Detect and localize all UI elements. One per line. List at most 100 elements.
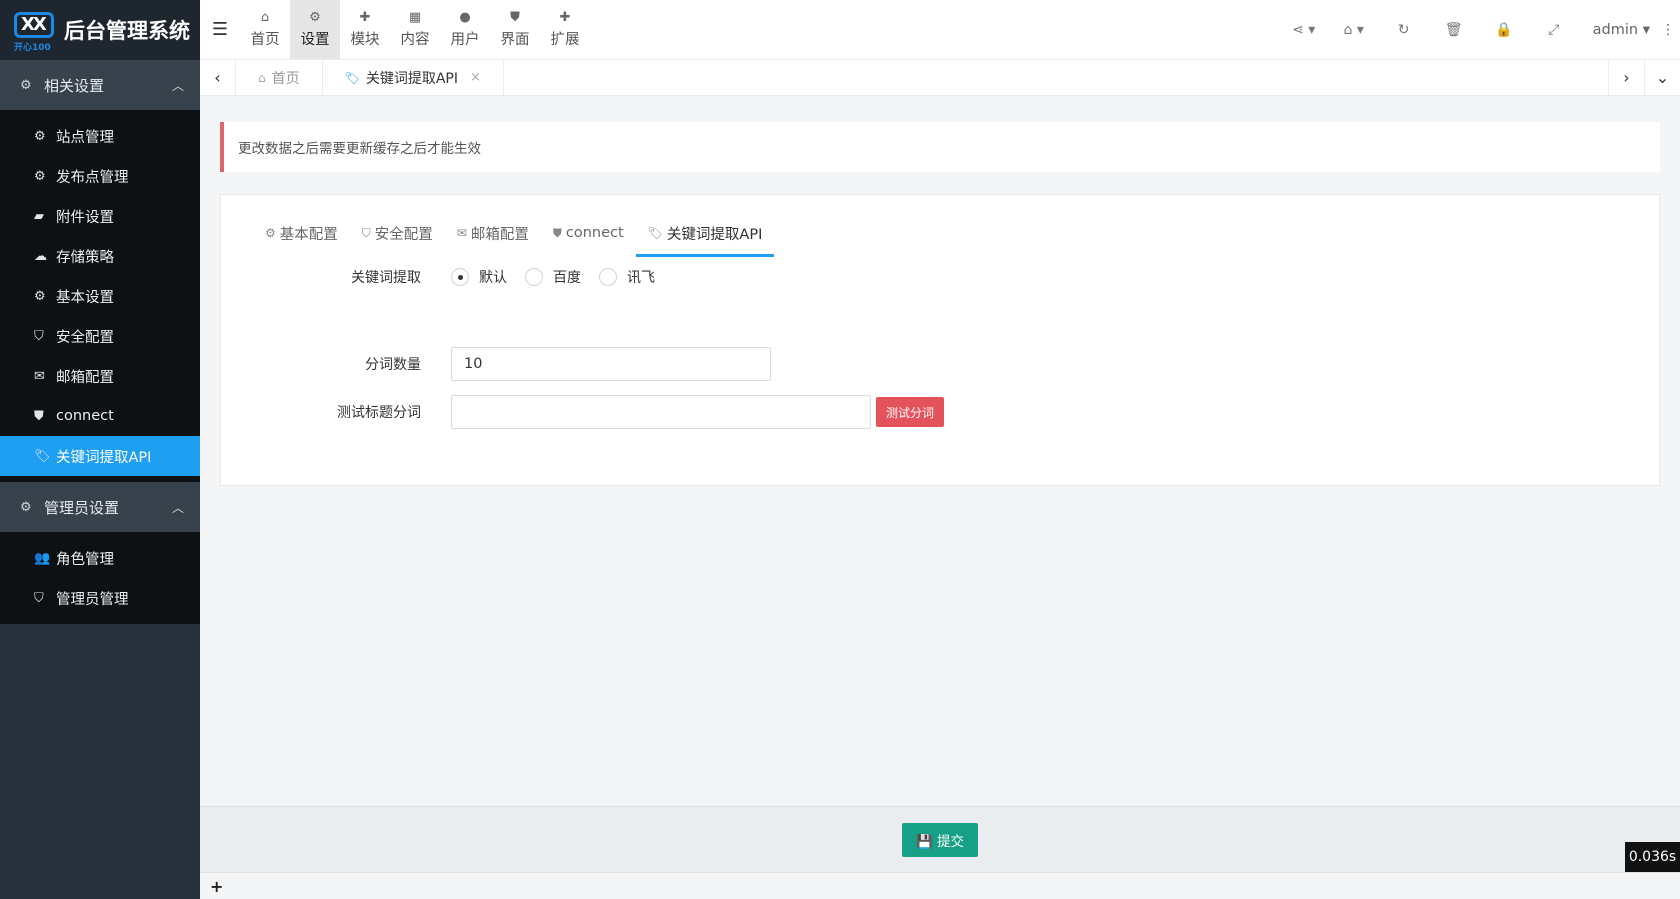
- lock-icon[interactable]: 🔒: [1479, 22, 1529, 38]
- html5-icon: ⛊: [34, 408, 44, 424]
- page-tab-keyword-api[interactable]: 🏷 关键词提取API ×: [323, 60, 504, 95]
- home-dropdown-icon[interactable]: ⌂ ▾: [1329, 22, 1379, 38]
- submit-button[interactable]: 💾 提交: [901, 822, 979, 857]
- logo-icon: XX 开心100: [12, 8, 56, 53]
- trash-icon[interactable]: 🗑: [1429, 22, 1479, 38]
- sidebar-item-keyword-api[interactable]: 🏷 关键词提取API: [0, 436, 200, 476]
- word-count-label: 分词数量: [365, 357, 421, 373]
- settings-panel: ⚙ 基本配置 ⛉ 安全配置 ✉ 邮箱配置 ⛊ connect 🏷 关键词提取API 关键词…: [220, 194, 1660, 486]
- topnav-interface[interactable]: ⛊ 界面: [490, 0, 540, 59]
- keyword-extract-label: 关键词提取: [351, 270, 421, 286]
- header-actions: ⋖ ▾ ⌂ ▾ ↻ 🗑 🔒 ⤢ admin ▾ ⋮: [1279, 0, 1680, 59]
- tab-keyword-api[interactable]: 🏷 关键词提取API: [635, 213, 775, 257]
- tags-icon: 🏷: [647, 226, 663, 240]
- topnav-users[interactable]: ● 用户: [440, 0, 490, 59]
- test-segment-button[interactable]: 测试分词: [876, 397, 945, 427]
- chevron-up-icon: ︿: [171, 500, 184, 515]
- radio-xunfei[interactable]: 讯飞: [599, 267, 655, 287]
- more-vertical-icon[interactable]: ⋮: [1660, 22, 1676, 38]
- sidebar: XX 开心100 后台管理系统 ⚙ 相关设置 ︿ ⚙ 站点管理 ⚙ 发布点管理 ▰ 附…: [0, 0, 200, 899]
- tabs-prev-icon[interactable]: ‹: [200, 60, 236, 95]
- sidebar-group-admin-settings[interactable]: ⚙ 管理员设置 ︿: [0, 482, 200, 532]
- tags-icon: 🏷: [344, 70, 360, 85]
- gear-icon: ⚙: [265, 226, 276, 240]
- shield-icon: ⛉: [34, 590, 44, 606]
- users-icon: 👥: [34, 550, 51, 566]
- puzzle-icon: ✚: [559, 10, 571, 25]
- topnav-settings[interactable]: ⚙ 设置: [290, 0, 340, 59]
- sidebar-item-publish-points[interactable]: ⚙ 发布点管理: [0, 156, 200, 196]
- logo[interactable]: XX 开心100 后台管理系统: [0, 0, 200, 60]
- save-icon: 💾: [915, 833, 933, 850]
- word-count-input[interactable]: [451, 347, 771, 381]
- puzzle-icon: ✚: [359, 10, 371, 25]
- word-count-row: 分词数量: [221, 347, 771, 381]
- shield-icon: ⛉: [34, 328, 44, 344]
- sidebar-toggle-icon[interactable]: ☰: [200, 0, 240, 59]
- share-dropdown-icon[interactable]: ⋖ ▾: [1279, 22, 1329, 38]
- page-tab-home[interactable]: ⌂ 首页: [236, 60, 323, 95]
- keyword-extract-row: 关键词提取 默认 百度 讯飞: [221, 267, 673, 287]
- sidebar-item-basic-settings[interactable]: ⚙ 基本设置: [0, 276, 200, 316]
- folder-icon: ▰: [34, 208, 44, 224]
- refresh-icon[interactable]: ↻: [1379, 22, 1429, 38]
- chevron-up-icon: ︿: [171, 78, 184, 93]
- top-nav: ⌂ 首页 ⚙ 设置 ✚ 模块 ▦ 内容 ● 用户 ⛊ 界面 ✚ 扩展: [240, 0, 590, 59]
- tab-security-config[interactable]: ⛉ 安全配置: [350, 213, 445, 253]
- sidebar-group-related-settings-list: ⚙ 站点管理 ⚙ 发布点管理 ▰ 附件设置 ☁ 存储策略 ⚙ 基本设置 ⛉ 安全配置 ✉ 邮箱…: [0, 110, 200, 482]
- cache-notice: 更改数据之后需要更新缓存之后才能生效: [220, 122, 1660, 172]
- grid-icon: ▦: [408, 10, 422, 25]
- shield-icon: ⛉: [361, 225, 371, 240]
- cogs-icon: ⚙: [34, 168, 46, 184]
- sidebar-item-role-management[interactable]: 👥 角色管理: [0, 538, 200, 578]
- home-icon: ⌂: [258, 70, 266, 85]
- topnav-modules[interactable]: ✚ 模块: [340, 0, 390, 59]
- sidebar-item-mail-config[interactable]: ✉ 邮箱配置: [0, 356, 200, 396]
- sidebar-item-storage-policy[interactable]: ☁ 存储策略: [0, 236, 200, 276]
- settings-tabs: ⚙ 基本配置 ⛉ 安全配置 ✉ 邮箱配置 ⛊ connect 🏷 关键词提取API: [253, 213, 775, 257]
- render-timer: 0.036s: [1625, 842, 1680, 872]
- bottom-bar: +: [200, 872, 1680, 899]
- sidebar-item-attachment-settings[interactable]: ▰ 附件设置: [0, 196, 200, 236]
- caret-down-icon: ▾: [1642, 21, 1650, 38]
- sidebar-item-security-config[interactable]: ⛉ 安全配置: [0, 316, 200, 356]
- topnav-home[interactable]: ⌂ 首页: [240, 0, 290, 59]
- app-title: 后台管理系统: [64, 19, 190, 43]
- sidebar-group-related-settings[interactable]: ⚙ 相关设置 ︿: [0, 60, 200, 110]
- plus-icon[interactable]: +: [210, 877, 223, 896]
- html5-icon: ⛊: [510, 10, 520, 25]
- cog-icon: ⚙: [20, 499, 32, 515]
- tabs-menu-chevron-down-icon[interactable]: ⌄: [1644, 60, 1680, 95]
- test-title-label: 测试标题分词: [337, 405, 421, 421]
- user-menu[interactable]: admin ▾: [1579, 22, 1660, 38]
- user-icon: ●: [459, 10, 471, 25]
- cloud-icon: ☁: [34, 248, 47, 264]
- form-footer: 💾 提交: [200, 806, 1680, 872]
- cogs-icon: ⚙: [20, 77, 32, 93]
- envelope-icon: ✉: [456, 226, 467, 240]
- tab-basic-config[interactable]: ⚙ 基本配置: [253, 213, 350, 253]
- html5-icon: ⛊: [552, 225, 562, 240]
- tab-connect[interactable]: ⛊ connect: [541, 213, 636, 253]
- fullscreen-icon[interactable]: ⤢: [1529, 22, 1579, 38]
- home-icon: ⌂: [260, 10, 270, 25]
- test-title-input[interactable]: [451, 395, 871, 429]
- close-icon[interactable]: ×: [470, 70, 481, 85]
- sidebar-item-site-management[interactable]: ⚙ 站点管理: [0, 116, 200, 156]
- radio-baidu[interactable]: 百度: [525, 267, 581, 287]
- radio-default[interactable]: 默认: [451, 267, 507, 287]
- sidebar-item-connect[interactable]: ⛊ connect: [0, 396, 200, 436]
- tags-icon: 🏷: [34, 448, 51, 464]
- page-tabs: ‹ ⌂ 首页 🏷 关键词提取API × › ⌄: [200, 60, 1680, 96]
- test-title-row: 测试标题分词 测试分词: [221, 395, 945, 429]
- tab-mail-config[interactable]: ✉ 邮箱配置: [445, 213, 541, 253]
- topnav-content[interactable]: ▦ 内容: [390, 0, 440, 59]
- top-header: ☰ ⌂ 首页 ⚙ 设置 ✚ 模块 ▦ 内容 ● 用户 ⛊ 界面 ✚ 扩展 ⋖ ▾ ⌂ ▾ ↻ …: [200, 0, 1680, 60]
- sidebar-item-admin-management[interactable]: ⛉ 管理员管理: [0, 578, 200, 618]
- tabs-next-icon[interactable]: ›: [1608, 60, 1644, 95]
- envelope-icon: ✉: [34, 368, 45, 384]
- cogs-icon: ⚙: [309, 10, 321, 25]
- gear-icon: ⚙: [34, 128, 46, 144]
- topnav-extensions[interactable]: ✚ 扩展: [540, 0, 590, 59]
- gear-icon: ⚙: [34, 288, 46, 304]
